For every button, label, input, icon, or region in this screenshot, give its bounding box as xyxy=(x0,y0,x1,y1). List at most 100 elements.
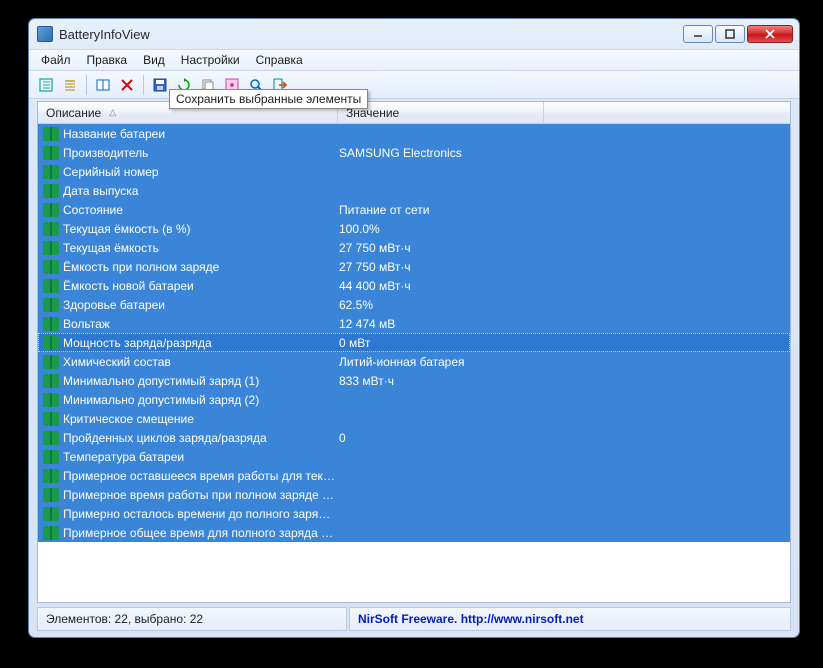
battery-icon xyxy=(43,336,59,350)
table-row[interactable]: Мощность заряда/разряда0 мВт xyxy=(38,333,790,352)
battery-icon xyxy=(43,146,59,160)
menu-options[interactable]: Настройки xyxy=(173,51,248,69)
row-description: Название батареи xyxy=(63,127,339,141)
toolbar-delete-icon[interactable] xyxy=(116,74,138,96)
table-row[interactable]: Примерное время работы при полном заряде… xyxy=(38,485,790,504)
row-description: Пройденных циклов заряда/разряда xyxy=(63,431,339,445)
menu-help[interactable]: Справка xyxy=(248,51,311,69)
battery-icon xyxy=(43,355,59,369)
table-row[interactable]: Химический составЛитий-ионная батарея xyxy=(38,352,790,371)
row-description: Вольтаж xyxy=(63,317,339,331)
row-description: Производитель xyxy=(63,146,339,160)
status-link[interactable]: NirSoft Freeware. http://www.nirsoft.net xyxy=(349,607,791,631)
row-description: Примерное общее время для полного заряда… xyxy=(63,526,339,540)
battery-icon xyxy=(43,222,59,236)
row-description: Критическое смещение xyxy=(63,412,339,426)
row-description: Дата выпуска xyxy=(63,184,339,198)
toolbar-view-list-icon[interactable] xyxy=(59,74,81,96)
table-row[interactable]: Минимально допустимый заряд (1)833 мВт·ч xyxy=(38,371,790,390)
row-value: 27 750 мВт·ч xyxy=(339,241,539,255)
menu-bar: Файл Правка Вид Настройки Справка xyxy=(29,49,799,71)
battery-icon xyxy=(43,412,59,426)
row-description: Примерно осталось времени до полного зар… xyxy=(63,507,339,521)
toolbar-separator xyxy=(86,75,87,95)
battery-icon xyxy=(43,184,59,198)
app-icon xyxy=(37,26,53,42)
maximize-button[interactable] xyxy=(715,25,745,43)
table-row[interactable]: Примерно осталось времени до полного зар… xyxy=(38,504,790,523)
window-title: BatteryInfoView xyxy=(59,27,683,42)
battery-icon xyxy=(43,393,59,407)
battery-icon xyxy=(43,317,59,331)
row-value: Питание от сети xyxy=(339,203,539,217)
menu-file[interactable]: Файл xyxy=(33,51,79,69)
tooltip: Сохранить выбранные элементы xyxy=(169,89,368,109)
row-description: Минимально допустимый заряд (2) xyxy=(63,393,339,407)
battery-icon xyxy=(43,507,59,521)
battery-icon xyxy=(43,279,59,293)
table-row[interactable]: Пройденных циклов заряда/разряда0 xyxy=(38,428,790,447)
list-view[interactable]: Описание △ Значение Название батареи Прои… xyxy=(37,101,791,603)
row-value: SAMSUNG Electronics xyxy=(339,146,539,160)
battery-icon xyxy=(43,127,59,141)
toolbar-properties-icon[interactable] xyxy=(92,74,114,96)
battery-icon xyxy=(43,298,59,312)
table-row[interactable]: Вольтаж12 474 мВ xyxy=(38,314,790,333)
row-description: Состояние xyxy=(63,203,339,217)
table-row[interactable]: Название батареи xyxy=(38,124,790,143)
row-description: Текущая ёмкость xyxy=(63,241,339,255)
table-row[interactable]: Ёмкость при полном заряде27 750 мВт·ч xyxy=(38,257,790,276)
list-header: Описание △ Значение xyxy=(38,102,790,124)
battery-icon xyxy=(43,165,59,179)
row-value: Литий-ионная батарея xyxy=(339,355,539,369)
table-row[interactable]: Здоровье батареи62.5% xyxy=(38,295,790,314)
row-value: 27 750 мВт·ч xyxy=(339,260,539,274)
battery-icon xyxy=(43,526,59,540)
row-value: 0 мВт xyxy=(339,336,539,350)
battery-icon xyxy=(43,431,59,445)
row-value: 833 мВт·ч xyxy=(339,374,539,388)
menu-edit[interactable]: Правка xyxy=(79,51,136,69)
table-row[interactable]: Температура батареи xyxy=(38,447,790,466)
table-row[interactable]: СостояниеПитание от сети xyxy=(38,200,790,219)
table-row[interactable]: Серийный номер xyxy=(38,162,790,181)
row-description: Ёмкость при полном заряде xyxy=(63,260,339,274)
table-row[interactable]: Текущая ёмкость (в %)100.0% xyxy=(38,219,790,238)
battery-icon xyxy=(43,260,59,274)
battery-icon xyxy=(43,203,59,217)
battery-icon xyxy=(43,374,59,388)
table-row[interactable]: Критическое смещение xyxy=(38,409,790,428)
toolbar-save-icon[interactable] xyxy=(149,74,171,96)
table-row[interactable]: Примерное оставшееся время работы для те… xyxy=(38,466,790,485)
toolbar-separator xyxy=(143,75,144,95)
row-description: Минимально допустимый заряд (1) xyxy=(63,374,339,388)
row-value: 100.0% xyxy=(339,222,539,236)
table-row[interactable]: Минимально допустимый заряд (2) xyxy=(38,390,790,409)
table-row[interactable]: ПроизводительSAMSUNG Electronics xyxy=(38,143,790,162)
row-description: Серийный номер xyxy=(63,165,339,179)
title-bar[interactable]: BatteryInfoView xyxy=(29,19,799,49)
row-description: Примерное время работы при полном заряде… xyxy=(63,488,339,502)
table-row[interactable]: Дата выпуска xyxy=(38,181,790,200)
status-bar: Элементов: 22, выбрано: 22 NirSoft Freew… xyxy=(37,607,791,631)
battery-icon xyxy=(43,450,59,464)
toolbar-view-details-icon[interactable] xyxy=(35,74,57,96)
row-description: Примерное оставшееся время работы для те… xyxy=(63,469,339,483)
column-header-spacer xyxy=(544,102,790,123)
column-header-value[interactable]: Значение xyxy=(338,102,544,123)
close-button[interactable] xyxy=(747,25,793,43)
minimize-button[interactable] xyxy=(683,25,713,43)
app-window: BatteryInfoView Файл Правка Вид Настройк… xyxy=(28,18,800,638)
table-row[interactable]: Ёмкость новой батареи44 400 мВт·ч xyxy=(38,276,790,295)
row-value: 44 400 мВт·ч xyxy=(339,279,539,293)
table-row[interactable]: Примерное общее время для полного заряда… xyxy=(38,523,790,542)
list-body[interactable]: Название батареи ПроизводительSAMSUNG Ele… xyxy=(38,124,790,602)
menu-view[interactable]: Вид xyxy=(135,51,173,69)
row-value: 62.5% xyxy=(339,298,539,312)
column-header-label: Описание xyxy=(46,106,101,120)
battery-icon xyxy=(43,241,59,255)
table-row[interactable]: Текущая ёмкость27 750 мВт·ч xyxy=(38,238,790,257)
row-description: Ёмкость новой батареи xyxy=(63,279,339,293)
row-description: Температура батареи xyxy=(63,450,339,464)
row-value: 12 474 мВ xyxy=(339,317,539,331)
